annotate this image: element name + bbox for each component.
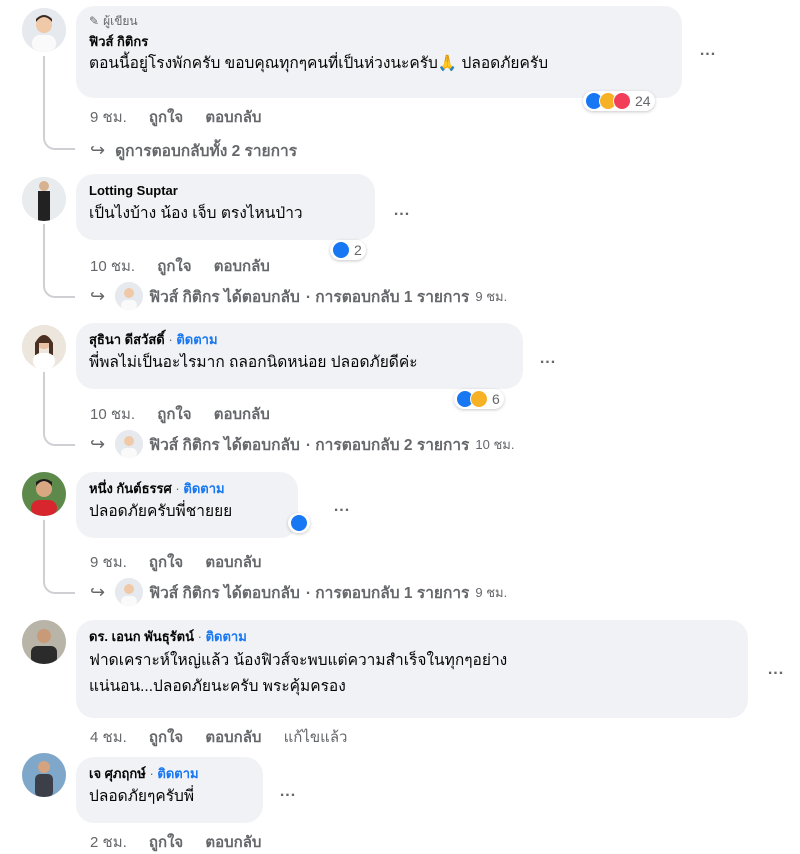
thread-line	[43, 372, 75, 446]
reply-button[interactable]: ตอบกลับ	[214, 258, 270, 275]
avatar[interactable]	[22, 8, 66, 52]
more-options-icon[interactable]: ...	[534, 351, 562, 372]
like-button[interactable]: ถูกใจ	[149, 109, 183, 126]
reply-button[interactable]: ตอบกลับ	[214, 406, 270, 423]
reply-avatar	[115, 282, 144, 310]
comment-text: ปลอดภัยๆครับพี่	[89, 788, 195, 805]
timestamp[interactable]: 2 ชม.	[90, 834, 127, 851]
comment-actions: 10 ชม. ถูกใจ ตอบกลับ	[90, 254, 288, 278]
avatar[interactable]	[22, 472, 66, 516]
comment-actions: 2 ชม. ถูกใจ ตอบกลับ	[90, 830, 279, 854]
reply-avatar	[115, 578, 144, 606]
reply-avatar	[115, 430, 144, 458]
more-options-icon[interactable]: ...	[274, 784, 302, 805]
more-options-icon[interactable]: ...	[328, 499, 356, 520]
follow-link[interactable]: ติดตาม	[157, 766, 198, 781]
reaction-summary[interactable]	[288, 513, 310, 533]
comment-actions: 9 ชม. ถูกใจ ตอบกลับ	[90, 105, 279, 129]
comment-actions: 10 ชม. ถูกใจ ตอบกลับ	[90, 402, 288, 426]
avatar[interactable]	[22, 325, 66, 369]
thread-line	[43, 520, 75, 594]
reply-arrow-icon: ↪	[90, 140, 106, 160]
author-line: เจ ศุภฤกษ์ · ติดตาม	[89, 766, 199, 781]
timestamp[interactable]: 9 ชม.	[90, 109, 127, 126]
comment-text: เป็นไงบ้าง น้อง เจ็บ ตรงไหนป่าว	[89, 205, 303, 222]
timestamp[interactable]: 4 ชม.	[90, 729, 127, 746]
comment-bubble: ดร. เอนก พันธุรัตน์ · ติดตาม ฟาดเคราะห์ใ…	[76, 620, 748, 718]
comment-bubble: Lotting Suptar เป็นไงบ้าง น้อง เจ็บ ตรงไ…	[76, 174, 375, 240]
timestamp[interactable]: 9 ชม.	[90, 554, 127, 571]
reply-button[interactable]: ตอบกลับ	[205, 834, 261, 851]
like-button[interactable]: ถูกใจ	[149, 729, 183, 746]
like-reaction-icon	[332, 241, 350, 259]
thread-line	[43, 56, 75, 150]
reply-button[interactable]: ตอบกลับ	[205, 109, 261, 126]
reply-button[interactable]: ตอบกลับ	[205, 554, 261, 571]
view-replies-label[interactable]: ดูการตอบกลับทั้ง 2 รายการ	[115, 138, 297, 163]
comment-bubble: ✎ ผู้เขียน ฟิวส์ กิติกร ตอนนี้อยู่โรงพัก…	[76, 6, 682, 98]
reply-arrow-icon: ↪	[90, 433, 106, 454]
like-button[interactable]: ถูกใจ	[149, 554, 183, 571]
avatar[interactable]	[22, 177, 66, 221]
thread-line	[43, 224, 75, 298]
author-name[interactable]: ดร. เอนก พันธุรัตน์	[89, 629, 194, 644]
pen-icon: ✎	[89, 14, 100, 28]
love-reaction-icon	[613, 92, 631, 110]
timestamp[interactable]: 10 ชม.	[90, 406, 135, 423]
comment-text: พี่พลไม่เป็นอะไรมาก ถลอกนิดหน่อย ปลอดภัย…	[89, 354, 418, 371]
comment-text: ปลอดภัยครับพี่ชายยย	[89, 503, 233, 520]
author-name[interactable]: เจ ศุภฤกษ์	[89, 766, 146, 781]
comment-text: ตอนนี้อยู่โรงพักครับ ขอบคุณทุกๆคนที่เป็น…	[89, 55, 549, 72]
care-reaction-icon	[470, 390, 488, 408]
author-line: สุธินา ดีสวัสดิ์ · ติดตาม	[89, 332, 218, 347]
reply-arrow-icon: ↪	[90, 581, 106, 602]
reply-button[interactable]: ตอบกลับ	[205, 729, 261, 746]
author-name[interactable]: Lotting Suptar	[89, 182, 363, 200]
reply-preview[interactable]: ↪ ฟิวส์ กิติกร ได้ตอบกลับ · การตอบกลับ 1…	[90, 578, 507, 606]
author-name[interactable]: สุธินา ดีสวัสดิ์	[89, 332, 165, 347]
more-options-icon[interactable]: ...	[694, 43, 722, 64]
reaction-summary[interactable]: 2	[330, 240, 366, 260]
comment-bubble: หนึ่ง กันต์ธรรศ · ติดตาม ปลอดภัยครับพี่ช…	[76, 472, 298, 538]
follow-link[interactable]: ติดตาม	[206, 629, 247, 644]
like-button[interactable]: ถูกใจ	[149, 834, 183, 851]
avatar[interactable]	[22, 753, 66, 797]
more-options-icon[interactable]: ...	[388, 203, 416, 224]
reply-preview[interactable]: ↪ ฟิวส์ กิติกร ได้ตอบกลับ · การตอบกลับ 1…	[90, 282, 507, 310]
comment-bubble: สุธินา ดีสวัสดิ์ · ติดตาม พี่พลไม่เป็นอะ…	[76, 323, 523, 389]
author-name[interactable]: หนึ่ง กันต์ธรรศ	[89, 481, 172, 496]
comment-actions: 4 ชม. ถูกใจ ตอบกลับ แก้ไขแล้ว	[90, 725, 365, 749]
author-badge: ✎ ผู้เขียน	[89, 14, 138, 28]
follow-link[interactable]: ติดตาม	[183, 481, 224, 496]
edited-label: แก้ไขแล้ว	[283, 729, 348, 746]
avatar[interactable]	[22, 620, 66, 664]
comment-text-line-2: แน่นอน...ปลอดภัยนะครับ พระคุ้มครอง	[89, 678, 346, 695]
author-line: หนึ่ง กันต์ธรรศ · ติดตาม	[89, 481, 225, 496]
reply-preview[interactable]: ↪ ฟิวส์ กิติกร ได้ตอบกลับ · การตอบกลับ 2…	[90, 430, 514, 458]
timestamp[interactable]: 10 ชม.	[90, 258, 135, 275]
follow-link[interactable]: ติดตาม	[176, 332, 217, 347]
author-name[interactable]: ฟิวส์ กิติกร	[89, 33, 670, 51]
more-options-icon[interactable]: ...	[762, 662, 790, 683]
author-line: ดร. เอนก พันธุรัตน์ · ติดตาม	[89, 629, 247, 644]
reaction-summary[interactable]: 24	[583, 91, 655, 111]
comment-actions: 9 ชม. ถูกใจ ตอบกลับ	[90, 550, 279, 574]
view-replies[interactable]: ↪ ดูการตอบกลับทั้ง 2 รายการ	[90, 138, 297, 163]
reply-arrow-icon: ↪	[90, 285, 106, 306]
like-button[interactable]: ถูกใจ	[157, 258, 191, 275]
comment-bubble: เจ ศุภฤกษ์ · ติดตาม ปลอดภัยๆครับพี่	[76, 757, 263, 823]
like-button[interactable]: ถูกใจ	[157, 406, 191, 423]
like-reaction-icon	[290, 514, 308, 532]
comment-text-line-1: ฟาดเคราะห์ใหญ่แล้ว น้องฟิวส์จะพบแต่ความส…	[89, 652, 508, 669]
reaction-summary[interactable]: 6	[454, 389, 504, 409]
